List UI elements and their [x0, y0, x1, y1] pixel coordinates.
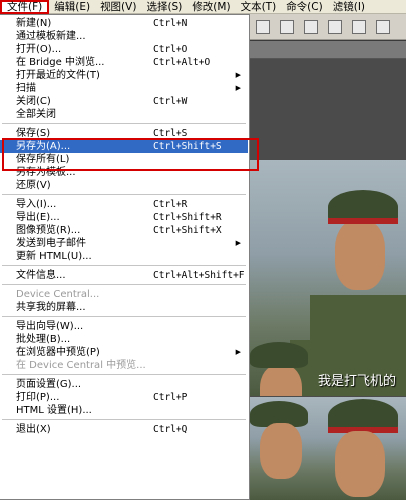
- canvas-image: [250, 397, 406, 500]
- menu-item[interactable]: 导出(E)... Ctrl+Shift+R: [0, 211, 248, 224]
- menu-item[interactable]: 通过模板新建...: [0, 30, 248, 43]
- toolbar-button[interactable]: [352, 19, 366, 34]
- menu-item-shortcut: Ctrl+Alt+Shift+F: [153, 270, 245, 281]
- menu-item-label: 图像预览(R)...: [16, 225, 81, 236]
- menu-bar: 文件(F) 编辑(E) 视图(V) 选择(S) 修改(M) 文本(T) 命令(C) 滤镜(I): [0, 0, 406, 14]
- menu-separator: [2, 265, 246, 266]
- toolbar-button[interactable]: [376, 19, 390, 34]
- toolbar-button[interactable]: [304, 19, 318, 34]
- menu-item-label: 在 Device Central 中预览...: [16, 360, 146, 371]
- menu-item-label: 共享我的屏幕...: [16, 302, 86, 313]
- annotation-highlight-box: [2, 138, 259, 171]
- menubar-item[interactable]: 视图(V): [95, 0, 141, 14]
- figure-face: [260, 423, 302, 479]
- menu-item-label: 页面设置(G)...: [16, 379, 82, 390]
- menu-item-label: 发送到电子邮件: [16, 238, 86, 249]
- menubar-item[interactable]: 命令(C): [281, 0, 328, 14]
- cap-band: [328, 218, 398, 224]
- menu-item-shortcut: Ctrl+Shift+R: [153, 212, 222, 223]
- menu-item[interactable]: 还原(V): [0, 179, 248, 192]
- menu-item-shortcut: Ctrl+Alt+O: [153, 57, 211, 68]
- menu-item-label: 退出(X): [16, 424, 51, 435]
- menubar-item[interactable]: 选择(S): [141, 0, 187, 14]
- menu-item-label: 文件信息...: [16, 270, 66, 281]
- toolbar-button[interactable]: [280, 19, 294, 34]
- menu-item[interactable]: 导出向导(W)...: [0, 320, 248, 333]
- menubar-item[interactable]: 编辑(E): [49, 0, 95, 14]
- menu-item-label: 关闭(C): [16, 96, 51, 107]
- menu-item-label: 导出(E)...: [16, 212, 60, 223]
- figure-cap: [250, 342, 308, 368]
- menu-item[interactable]: 在浏览器中预览(P) ▶: [0, 346, 248, 359]
- menu-item[interactable]: 发送到电子邮件 ▶: [0, 237, 248, 250]
- menu-item-shortcut: Ctrl+O: [153, 44, 188, 55]
- submenu-arrow-icon: ▶: [235, 71, 241, 79]
- menu-item[interactable]: HTML 设置(H)...: [0, 404, 248, 417]
- menu-item-label: 导入(I)...: [16, 199, 57, 210]
- figure-face: [260, 365, 302, 396]
- menu-item[interactable]: 共享我的屏幕...: [0, 301, 248, 314]
- document-tab[interactable]: [250, 41, 406, 59]
- menu-item-shortcut: Ctrl+W: [153, 96, 188, 107]
- menu-item-shortcut: Ctrl+Shift+X: [153, 225, 222, 236]
- menu-item[interactable]: 图像预览(R)... Ctrl+Shift+X: [0, 224, 248, 237]
- menu-item-label: 通过模板新建...: [16, 31, 86, 42]
- submenu-arrow-icon: ▶: [235, 239, 241, 247]
- menubar-item[interactable]: 文件(F): [0, 0, 50, 14]
- menu-item-label: 导出向导(W)...: [16, 321, 84, 332]
- menu-item[interactable]: 批处理(B)...: [0, 333, 248, 346]
- menu-separator: [2, 284, 246, 285]
- menu-item[interactable]: 页面设置(G)...: [0, 378, 248, 391]
- menu-item-label: 打开(O)...: [16, 44, 62, 55]
- menu-item-label: 批处理(B)...: [16, 334, 71, 345]
- menu-separator: [2, 419, 246, 420]
- toolbar-button[interactable]: [256, 19, 270, 34]
- menu-item-shortcut: Ctrl+R: [153, 199, 188, 210]
- menu-separator: [2, 374, 246, 375]
- figure-face: [335, 220, 385, 290]
- menu-separator: [2, 316, 246, 317]
- menu-item-label: Device Central...: [16, 289, 100, 300]
- menu-item-label: 全部关闭: [16, 109, 56, 120]
- menu-item-shortcut: Ctrl+N: [153, 18, 188, 29]
- menu-item[interactable]: 文件信息... Ctrl+Alt+Shift+F: [0, 269, 248, 282]
- menu-item[interactable]: 打开最近的文件(T) ▶: [0, 69, 248, 82]
- menu-item-label: 在 Bridge 中浏览...: [16, 57, 105, 68]
- menu-item-label: 还原(V): [16, 180, 51, 191]
- menu-separator: [2, 194, 246, 195]
- menu-item-label: HTML 设置(H)...: [16, 405, 92, 416]
- menubar-item[interactable]: 滤镜(I): [328, 0, 370, 14]
- menu-item[interactable]: 更新 HTML(U)...: [0, 250, 248, 263]
- canvas-image: 我是打飞机的: [250, 160, 406, 396]
- menu-item[interactable]: 在 Bridge 中浏览... Ctrl+Alt+O: [0, 56, 248, 69]
- submenu-arrow-icon: ▶: [235, 84, 241, 92]
- submenu-arrow-icon: ▶: [235, 348, 241, 356]
- toolbar-button[interactable]: [328, 19, 342, 34]
- menu-item[interactable]: 全部关闭: [0, 108, 248, 121]
- menu-item-label: 打开最近的文件(T): [16, 70, 100, 81]
- menu-item[interactable]: Device Central...: [0, 288, 248, 301]
- toolbar: [250, 14, 406, 40]
- menu-item[interactable]: 打开(O)... Ctrl+O: [0, 43, 248, 56]
- menu-item-label: 新建(N): [16, 18, 52, 29]
- menu-item[interactable]: 关闭(C) Ctrl+W: [0, 95, 248, 108]
- menu-item[interactable]: 导入(I)... Ctrl+R: [0, 198, 248, 211]
- menu-item-label: 扫描: [16, 83, 36, 94]
- menu-item-label: 打印(P)...: [16, 392, 60, 403]
- menu-item[interactable]: 退出(X) Ctrl+Q: [0, 423, 248, 436]
- menu-item-shortcut: Ctrl+Q: [153, 424, 188, 435]
- file-menu-dropdown: 新建(N) Ctrl+N 通过模板新建... 打开(O)... Ctrl+O 在 Brid…: [0, 14, 250, 500]
- figure-face: [335, 431, 385, 497]
- menubar-item[interactable]: 修改(M): [187, 0, 235, 14]
- menu-item-label: 在浏览器中预览(P): [16, 347, 100, 358]
- menu-item[interactable]: 在 Device Central 中预览...: [0, 359, 248, 372]
- menu-separator: [2, 123, 246, 124]
- menu-item-label: 更新 HTML(U)...: [16, 251, 92, 262]
- menu-item[interactable]: 扫描 ▶: [0, 82, 248, 95]
- video-subtitle: 我是打飞机的: [318, 374, 397, 389]
- menu-item[interactable]: 新建(N) Ctrl+N: [0, 17, 248, 30]
- menu-item[interactable]: 打印(P)... Ctrl+P: [0, 391, 248, 404]
- menu-item-shortcut: Ctrl+P: [153, 392, 188, 403]
- menubar-item[interactable]: 文本(T): [236, 0, 282, 14]
